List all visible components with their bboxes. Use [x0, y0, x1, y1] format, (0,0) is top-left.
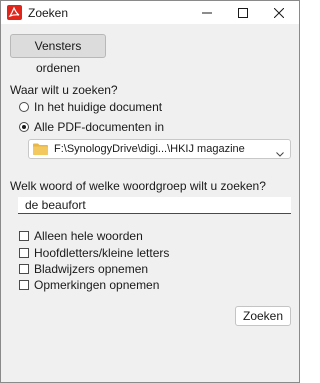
folder-select[interactable]: F:\SynologyDrive\digi...\HKIJ magazine: [28, 139, 291, 159]
checkbox-label: Hoofdletters/kleine letters: [34, 246, 170, 260]
checkbox-bookmarks[interactable]: Bladwijzers opnemen: [19, 262, 148, 276]
checkbox-label: Bladwijzers opnemen: [34, 262, 149, 276]
search-input[interactable]: de beaufort: [18, 197, 291, 214]
radio-all-pdf-documents[interactable]: Alle PDF-documenten in: [19, 120, 164, 134]
acrobat-icon: [7, 5, 22, 20]
checkbox-comments[interactable]: Opmerkingen opnemen: [19, 278, 159, 292]
radio-label: Alle PDF-documenten in: [34, 120, 165, 134]
maximize-button[interactable]: [225, 1, 261, 24]
radio-button[interactable]: [19, 102, 29, 112]
checkbox[interactable]: [19, 248, 29, 258]
search-question: Welk woord of welke woordgroep wilt u zo…: [10, 179, 266, 193]
radio-label: In het huidige document: [34, 100, 163, 114]
search-button[interactable]: Zoeken: [235, 306, 291, 326]
minimize-icon: [202, 12, 212, 14]
checkbox-label: Alleen hele woorden: [34, 229, 143, 243]
checkbox-label: Opmerkingen opnemen: [34, 278, 160, 292]
radio-current-document[interactable]: In het huidige document: [19, 100, 162, 114]
checkbox-case-sensitive[interactable]: Hoofdletters/kleine letters: [19, 246, 169, 260]
checkbox[interactable]: [19, 280, 29, 290]
search-input-value: de beaufort: [25, 198, 86, 212]
arrange-windows-button[interactable]: Vensters ordenen: [10, 34, 106, 75]
folder-icon: [33, 143, 48, 158]
window-title: Zoeken: [28, 6, 69, 20]
search-window: Zoeken Vensters ordenen Waar wilt u zoek…: [0, 0, 300, 383]
chevron-down-icon: [276, 146, 284, 160]
title-bar[interactable]: Zoeken: [1, 1, 299, 24]
checkbox-whole-words[interactable]: Alleen hele woorden: [19, 229, 143, 243]
close-button[interactable]: [261, 1, 297, 24]
maximize-icon: [238, 8, 248, 18]
folder-path: F:\SynologyDrive\digi...\HKIJ magazine: [54, 143, 245, 155]
scope-question: Waar wilt u zoeken?: [10, 83, 118, 97]
checkbox[interactable]: [19, 264, 29, 274]
close-icon: [274, 8, 284, 18]
radio-button[interactable]: [19, 122, 29, 132]
minimize-button[interactable]: [189, 1, 225, 24]
checkbox[interactable]: [19, 231, 29, 241]
